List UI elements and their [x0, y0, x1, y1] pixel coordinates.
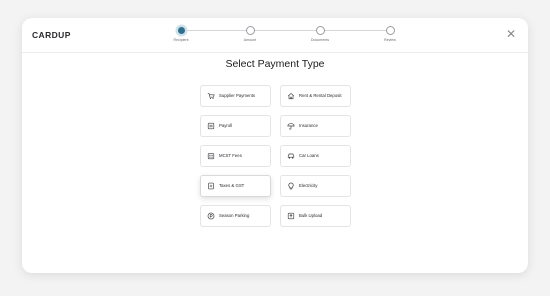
payment-type-rent[interactable]: Rent & Rental Deposit [280, 85, 351, 107]
payment-type-label: Season Parking [219, 213, 250, 218]
step-dot [315, 26, 325, 35]
payment-type-insurance[interactable]: Insurance [280, 115, 351, 137]
payroll-icon [207, 122, 215, 130]
step-label: Documents [310, 38, 330, 42]
parking-icon [207, 212, 215, 220]
bulb-icon [287, 182, 295, 190]
house-icon [287, 92, 295, 100]
step-label: Review [384, 38, 396, 42]
step-dot [385, 26, 395, 35]
payment-type-label: Rent & Rental Deposit [299, 93, 342, 98]
app-window: CARDUP Recipient Amount Documents Review… [22, 18, 528, 273]
step-label: Recipient [173, 38, 189, 42]
step-review[interactable]: Review [375, 26, 405, 42]
payment-type-electricity[interactable]: Electricity [280, 175, 351, 197]
payment-type-label: Supplier Payments [219, 93, 256, 98]
payment-type-label: Car Loans [299, 153, 319, 158]
umbrella-icon [287, 122, 295, 130]
building-icon [207, 152, 215, 160]
payment-type-label: Insurance [299, 123, 318, 128]
step-documents[interactable]: Documents [305, 26, 335, 42]
close-icon[interactable]: ✕ [504, 27, 518, 41]
payment-type-mcst-fees[interactable]: MCST Fees [200, 145, 271, 167]
payment-type-payroll[interactable]: Payroll [200, 115, 271, 137]
payment-type-label: Taxes & GST [219, 183, 245, 188]
payment-type-car-loans[interactable]: Car Loans [280, 145, 351, 167]
payment-type-label: MCST Fees [219, 153, 242, 158]
payment-type-supplier-payments[interactable]: Supplier Payments [200, 85, 271, 107]
page-title: Select Payment Type [225, 58, 325, 70]
stepper-line [181, 30, 389, 31]
payment-type-taxes-gst[interactable]: Taxes & GST [200, 175, 271, 197]
step-amount[interactable]: Amount [235, 26, 265, 42]
payment-type-season-parking[interactable]: Season Parking [200, 205, 271, 227]
upload-icon [287, 212, 295, 220]
step-recipient[interactable]: Recipient [166, 26, 196, 42]
step-label: Amount [243, 38, 257, 42]
step-dot [176, 26, 186, 35]
payment-type-label: Electricity [299, 183, 318, 188]
step-dot [245, 26, 255, 35]
payment-type-label: Payroll [219, 123, 233, 128]
car-icon [287, 152, 295, 160]
cart-icon [207, 92, 215, 100]
progress-stepper: Recipient Amount Documents Review [170, 26, 400, 48]
payment-type-label: Bulk Upload [299, 213, 323, 218]
document-icon [207, 182, 215, 190]
brand-logo[interactable]: CARDUP [32, 30, 71, 40]
top-bar: CARDUP Recipient Amount Documents Review… [22, 18, 528, 53]
payment-type-bulk-upload[interactable]: Bulk Upload [280, 205, 351, 227]
